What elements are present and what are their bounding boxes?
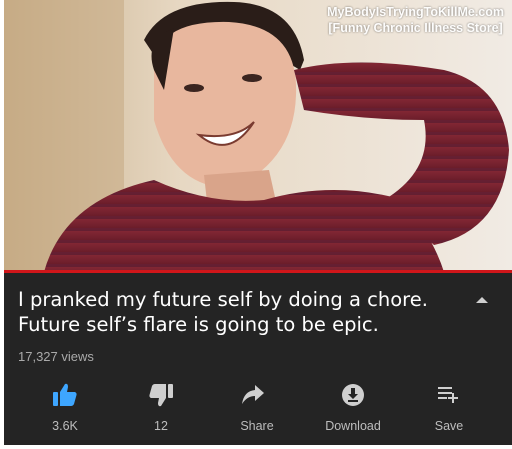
download-icon: [342, 384, 364, 406]
download-button[interactable]: Download: [308, 383, 398, 439]
like-count: 3.6K: [52, 419, 78, 433]
save-button[interactable]: Save: [404, 383, 494, 439]
watermark: MyBodyIsTryingToKillMe.com [Funny Chroni…: [327, 4, 504, 36]
thumbs-down-icon: [149, 384, 173, 407]
dislike-count: 12: [154, 419, 168, 433]
video-title: I pranked my future self by doing a chor…: [18, 287, 458, 337]
action-bar: 3.6K 12 Share Download Save: [4, 383, 512, 443]
video-title-line-1: I pranked my future self by doing a chor…: [18, 288, 428, 311]
video-info-panel: I pranked my future self by doing a chor…: [4, 273, 512, 445]
collapse-chevron-icon[interactable]: [476, 297, 488, 303]
save-playlist-icon: [438, 387, 458, 403]
watermark-site: MyBodyIsTryingToKillMe.com: [327, 5, 504, 19]
share-icon: [242, 385, 264, 404]
meme-frame: MyBodyIsTryingToKillMe.com [Funny Chroni…: [0, 0, 512, 449]
video-title-line-2: Future self’s flare is going to be epic.: [18, 313, 379, 336]
download-label: Download: [325, 419, 381, 433]
watermark-store: [Funny Chronic Illness Store]: [328, 21, 503, 35]
video-frame-image: [4, 0, 512, 272]
like-button[interactable]: 3.6K: [20, 383, 110, 439]
share-label: Share: [240, 419, 274, 433]
video-player[interactable]: MyBodyIsTryingToKillMe.com [Funny Chroni…: [4, 0, 512, 272]
share-button[interactable]: Share: [212, 383, 302, 439]
save-label: Save: [434, 419, 464, 433]
thumbs-up-icon: [53, 383, 77, 406]
view-count: 17,327 views: [18, 349, 94, 364]
dislike-button[interactable]: 12: [116, 383, 206, 439]
